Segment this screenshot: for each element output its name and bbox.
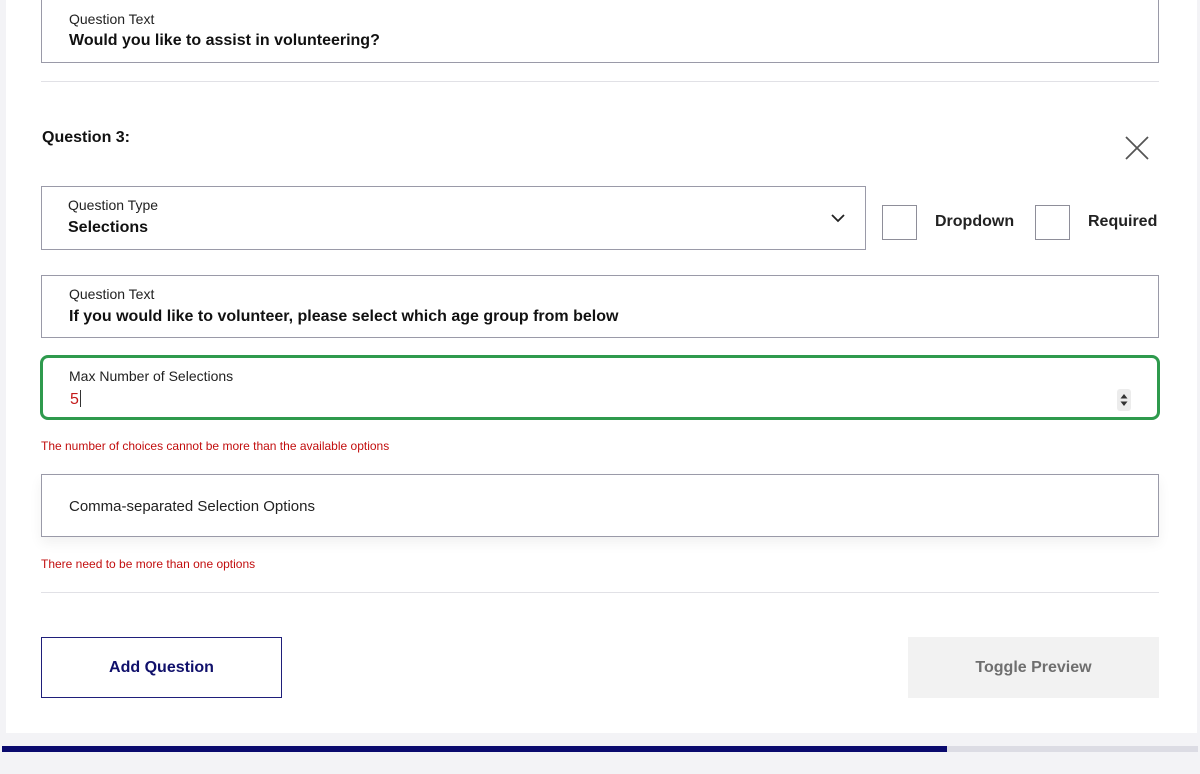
question-3-text-field[interactable]: Question Text If you would like to volun…: [41, 275, 1159, 338]
question-2-text-field[interactable]: Question Text Would you like to assist i…: [41, 0, 1159, 63]
question-2-text-label: Question Text: [69, 11, 155, 27]
required-checkbox-label: Required: [1088, 213, 1158, 230]
selection-options-error: There need to be more than one options: [41, 557, 256, 571]
dropdown-checkbox-label: Dropdown: [935, 213, 1015, 230]
question-type-label: Question Type: [68, 197, 159, 213]
selection-options-placeholder: Comma-separated Selection Options: [69, 498, 315, 515]
toggle-preview-button[interactable]: Toggle Preview: [908, 637, 1159, 698]
progress-bar-fill: [2, 746, 947, 752]
max-selections-error: The number of choices cannot be more tha…: [41, 439, 390, 453]
close-icon[interactable]: [1124, 135, 1150, 161]
question-3-text-label: Question Text: [69, 286, 155, 302]
progress-bar: [2, 746, 1198, 752]
section-divider: [41, 81, 1159, 82]
question-3-heading: Question 3:: [42, 129, 131, 146]
max-selections-input[interactable]: Max Number of Selections 5: [40, 355, 1160, 420]
number-spinner-icon[interactable]: [1117, 389, 1131, 411]
selection-options-input[interactable]: Comma-separated Selection Options: [41, 474, 1159, 537]
chevron-down-icon: [831, 214, 845, 223]
add-question-button[interactable]: Add Question: [41, 637, 282, 698]
question-type-select[interactable]: Question Type Selections: [41, 186, 866, 250]
dropdown-checkbox[interactable]: [882, 205, 917, 240]
actions-divider: [41, 592, 1159, 593]
question-type-value: Selections: [68, 219, 149, 236]
max-selections-label: Max Number of Selections: [69, 368, 234, 384]
question-2-text-value: Would you like to assist in volunteering…: [69, 32, 380, 49]
max-selections-value: 5: [70, 390, 81, 408]
question-3-text-value: If you would like to volunteer, please s…: [69, 308, 619, 325]
required-checkbox[interactable]: [1035, 205, 1070, 240]
